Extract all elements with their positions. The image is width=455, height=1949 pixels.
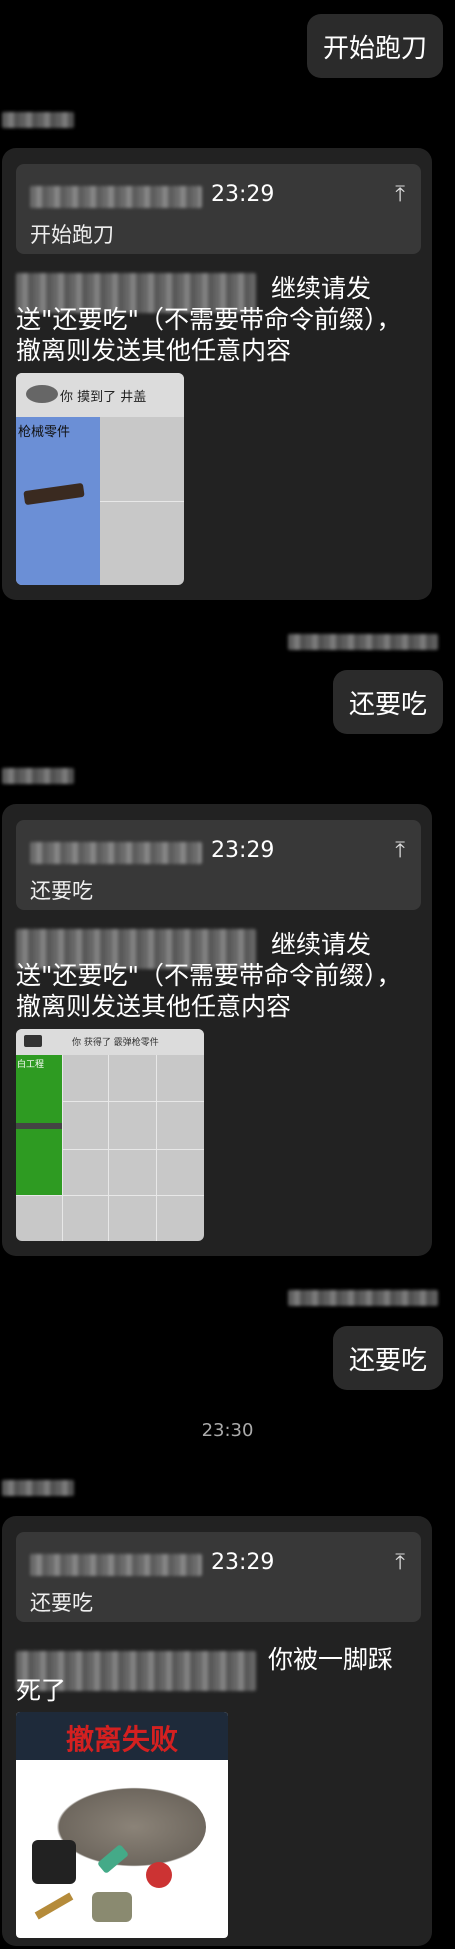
sender-name	[288, 1290, 438, 1306]
message-text: 开始跑刀	[322, 33, 427, 64]
game-result-image[interactable]: 你 获得了 霰弹枪零件 白工程	[16, 1029, 204, 1241]
quote-text: 开始跑刀	[30, 223, 114, 247]
image-header: 你 获得了 霰弹枪零件	[16, 1029, 204, 1055]
image-caption: 你 摸到了 井盖	[60, 390, 147, 405]
manhole-icon	[26, 385, 58, 403]
message-text: 还要吃	[348, 689, 427, 720]
message-text: 继续请发送"还要吃"（不需要带命令前缀），撤离则发送其他任意内容	[16, 930, 402, 1021]
quote-sender	[30, 1554, 202, 1576]
game-result-image[interactable]: 撤离失败	[16, 1712, 228, 1938]
quote-sender	[30, 186, 202, 208]
knife-icon	[34, 1892, 74, 1920]
item-icon	[24, 1035, 42, 1047]
outgoing-bubble[interactable]: 还要吃	[332, 1326, 443, 1390]
sender-name	[2, 1480, 74, 1496]
reply-quote[interactable]: 23:29 ⤒ 还要吃	[16, 1532, 421, 1622]
timestamp: 23:30	[201, 1420, 254, 1441]
incoming-card[interactable]: 23:29 ⤒ 还要吃 你被一脚踩死了 撤离失败	[2, 1516, 432, 1946]
item-label: 白工程	[17, 1060, 45, 1070]
cooler-icon	[32, 1840, 76, 1884]
item-slot: 枪械零件	[16, 417, 100, 585]
quote-time: 23:29	[211, 838, 275, 863]
image-caption: 你 获得了 霰弹枪零件	[72, 1038, 159, 1048]
quote-time: 23:29	[211, 182, 275, 207]
shotgun-part-icon	[16, 1123, 62, 1129]
quote-text: 还要吃	[30, 1591, 93, 1615]
reply-quote[interactable]: 23:29 ⤒ 开始跑刀	[16, 164, 421, 254]
message-text: 还要吃	[348, 1345, 427, 1376]
sender-name	[2, 112, 74, 128]
image-header: 你 摸到了 井盖	[16, 373, 184, 417]
item-slot: 白工程	[16, 1055, 62, 1195]
game-result-image[interactable]: 你 摸到了 井盖 枪械零件	[16, 373, 184, 585]
collapse-icon[interactable]: ⤒	[395, 182, 405, 207]
outgoing-bubble[interactable]: 开始跑刀	[306, 14, 443, 78]
sender-name	[288, 634, 438, 650]
pouch-icon	[92, 1892, 132, 1922]
item-label: 枪械零件	[18, 425, 71, 440]
incoming-card[interactable]: 23:29 ⤒ 还要吃 继续请发送"还要吃"（不需要带命令前缀），撤离则发送其他…	[2, 804, 432, 1256]
message-text: 继续请发送"还要吃"（不需要带命令前缀），撤离则发送其他任意内容	[16, 274, 402, 365]
banner-text: 撤离失败	[65, 1723, 178, 1756]
incoming-card[interactable]: 23:29 ⤒ 开始跑刀 继续请发送"还要吃"（不需要带命令前缀），撤离则发送其…	[2, 148, 432, 600]
quote-time: 23:29	[211, 1550, 275, 1575]
quote-sender	[30, 842, 202, 864]
image-banner: 撤离失败	[16, 1712, 228, 1760]
sender-name	[2, 768, 74, 784]
quote-text: 还要吃	[30, 879, 93, 903]
outgoing-bubble[interactable]: 还要吃	[332, 670, 443, 734]
collapse-icon[interactable]: ⤒	[395, 838, 405, 863]
collapse-icon[interactable]: ⤒	[395, 1550, 405, 1575]
gun-part-icon	[23, 482, 85, 506]
reply-quote[interactable]: 23:29 ⤒ 还要吃	[16, 820, 421, 910]
apple-icon	[146, 1862, 172, 1888]
message-text: 你被一脚踩死了	[16, 1645, 394, 1705]
